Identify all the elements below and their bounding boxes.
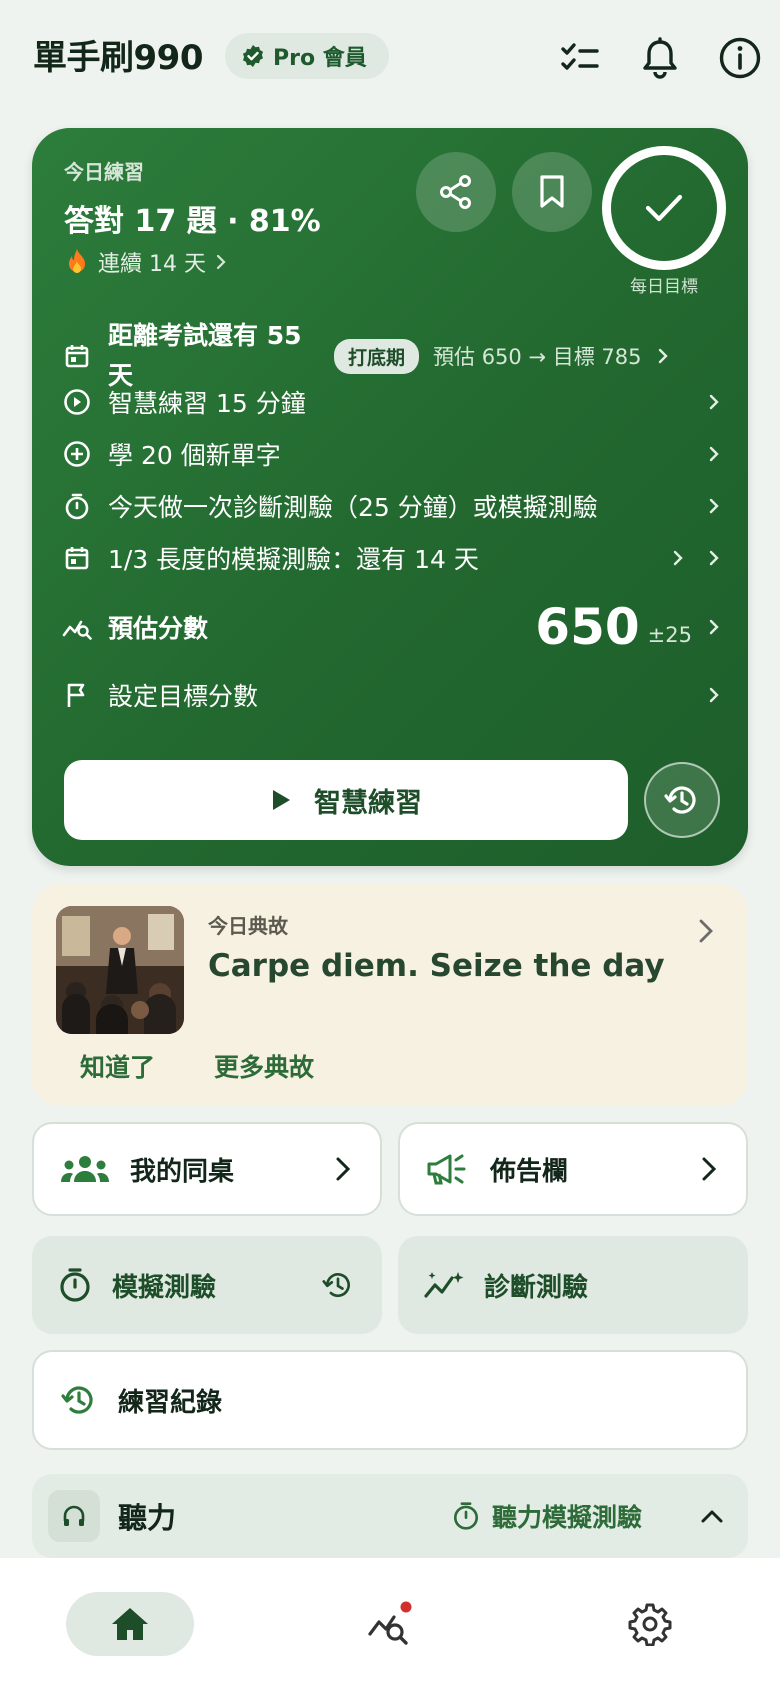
set-target-row[interactable]: 設定目標分數 [62, 672, 724, 718]
deskmate-button[interactable]: 我的同桌 [32, 1122, 382, 1216]
smart-practice-button[interactable]: 智慧練習 [64, 760, 628, 840]
today-practice-card: 今日練習 答對 17 題 · 81% 連續 14 天 每日目標 距離考試還有 5… [32, 128, 748, 866]
daily-quote-card[interactable]: 今日典故 Carpe diem. Seize the day 知道了 更多典故 [32, 884, 748, 1106]
daily-goal-ring[interactable] [602, 146, 726, 270]
chevron-right-icon [668, 548, 688, 568]
history-icon[interactable] [322, 1269, 354, 1301]
score-analysis-icon [366, 1600, 414, 1648]
history-icon [664, 782, 700, 818]
play-circle-icon [62, 387, 92, 417]
daily-goal-label: 每日目標 [630, 277, 698, 297]
diagnostic-test-label: 診斷測驗 [484, 1272, 589, 1303]
calendar-icon [62, 341, 92, 371]
phase-badge: 打底期 [334, 338, 420, 374]
gear-icon [628, 1602, 672, 1646]
streak-text: 連續 14 天 [98, 252, 206, 277]
quote-ack-button[interactable]: 知道了 [80, 1048, 155, 1084]
app-title: 單手刷990 [33, 38, 203, 78]
verified-icon [241, 44, 265, 68]
share-button[interactable] [416, 152, 496, 232]
sparkle-trend-icon [424, 1270, 464, 1300]
practice-history-label: 練習紀錄 [118, 1387, 223, 1418]
quote-illustration [56, 906, 184, 1034]
nav-analysis[interactable] [358, 1592, 422, 1656]
checklist-icon[interactable] [556, 34, 604, 82]
mock-test-label: 模擬測驗 [112, 1272, 217, 1303]
chevron-right-icon [704, 392, 724, 412]
quote-text: Carpe diem. Seize the day [208, 948, 665, 984]
practice-history-row[interactable]: 練習紀錄 [32, 1350, 748, 1450]
check-icon [644, 192, 684, 224]
task-label: 學 20 個新單字 [108, 441, 281, 470]
plus-circle-icon [62, 439, 92, 469]
mock-test-button[interactable]: 模擬測驗 [32, 1236, 382, 1334]
info-icon[interactable] [716, 34, 764, 82]
chevron-right-icon [214, 254, 228, 270]
task-label: 今天做一次診斷測驗（25 分鐘）或模擬測驗 [108, 493, 598, 522]
diagnostic-test-button[interactable]: 診斷測驗 [398, 1236, 748, 1334]
bottom-navigation [0, 1558, 780, 1688]
chevron-right-icon [704, 617, 724, 637]
history-icon [60, 1382, 98, 1418]
bell-icon[interactable] [636, 34, 684, 82]
practice-history-button[interactable] [644, 762, 720, 838]
score-projection: 預估 650 → 目標 785 [433, 345, 642, 369]
bookmark-button[interactable] [512, 152, 592, 232]
pro-badge-label: Pro 會員 [273, 46, 367, 71]
nav-home[interactable] [66, 1592, 194, 1656]
task-new-words[interactable]: 學 20 個新單字 [62, 432, 724, 476]
timer-icon [62, 491, 92, 521]
today-practice-label: 今日練習 [64, 160, 144, 184]
set-target-label: 設定目標分數 [108, 682, 259, 711]
chevron-right-icon [653, 346, 673, 366]
group-icon [60, 1154, 110, 1184]
timer-icon [452, 1501, 480, 1531]
chevron-up-icon[interactable] [700, 1508, 724, 1524]
pro-member-badge[interactable]: Pro 會員 [225, 33, 389, 79]
play-icon [270, 788, 292, 812]
deskmate-label: 我的同桌 [130, 1156, 235, 1187]
quote-label: 今日典故 [208, 914, 288, 938]
listening-title: 聽力 [118, 1501, 177, 1535]
estimated-score-value: 650 [535, 598, 640, 656]
listening-mock-label: 聽力模擬測驗 [491, 1503, 642, 1532]
home-icon [110, 1606, 150, 1642]
estimated-score-row[interactable]: 預估分數 650 ±25 [62, 594, 724, 660]
task-label: 1/3 長度的模擬測驗：還有 14 天 [108, 545, 479, 574]
bulletin-label: 佈告欄 [490, 1156, 569, 1187]
bulletin-button[interactable]: 佈告欄 [398, 1122, 748, 1216]
task-diagnostic[interactable]: 今天做一次診斷測驗（25 分鐘）或模擬測驗 [62, 484, 724, 528]
listening-mock-test-link[interactable]: 聽力模擬測驗 [452, 1498, 642, 1534]
bookmark-icon [537, 174, 567, 210]
more-quotes-button[interactable]: 更多典故 [214, 1048, 314, 1084]
share-icon [437, 173, 475, 211]
chevron-right-icon [704, 444, 724, 464]
flag-icon [62, 680, 92, 710]
streak-link[interactable]: 連續 14 天 [64, 246, 228, 278]
chevron-right-icon[interactable] [696, 918, 716, 944]
chevron-right-icon [704, 548, 724, 568]
nav-settings[interactable] [618, 1592, 682, 1656]
score-margin: ±25 [647, 623, 692, 647]
task-short-mock[interactable]: 1/3 長度的模擬測驗：還有 14 天 [62, 536, 724, 580]
fire-icon [64, 248, 90, 276]
task-label: 智慧練習 15 分鐘 [108, 389, 306, 418]
calendar-icon [62, 543, 92, 573]
score-trend-icon [62, 612, 92, 642]
chevron-right-icon [334, 1156, 352, 1182]
estimated-score-label: 預估分數 [108, 614, 209, 643]
headphones-icon [48, 1490, 100, 1542]
megaphone-icon [426, 1152, 470, 1186]
listening-section-header[interactable]: 聽力 聽力模擬測驗 [32, 1474, 748, 1558]
chevron-right-icon [704, 685, 724, 705]
smart-practice-label: 智慧練習 [314, 787, 422, 819]
chevron-right-icon [704, 496, 724, 516]
chevron-right-icon [700, 1156, 718, 1182]
today-result: 答對 17 題 · 81% [64, 204, 321, 239]
timer-icon [58, 1267, 92, 1303]
task-smart-practice[interactable]: 智慧練習 15 分鐘 [62, 380, 724, 424]
